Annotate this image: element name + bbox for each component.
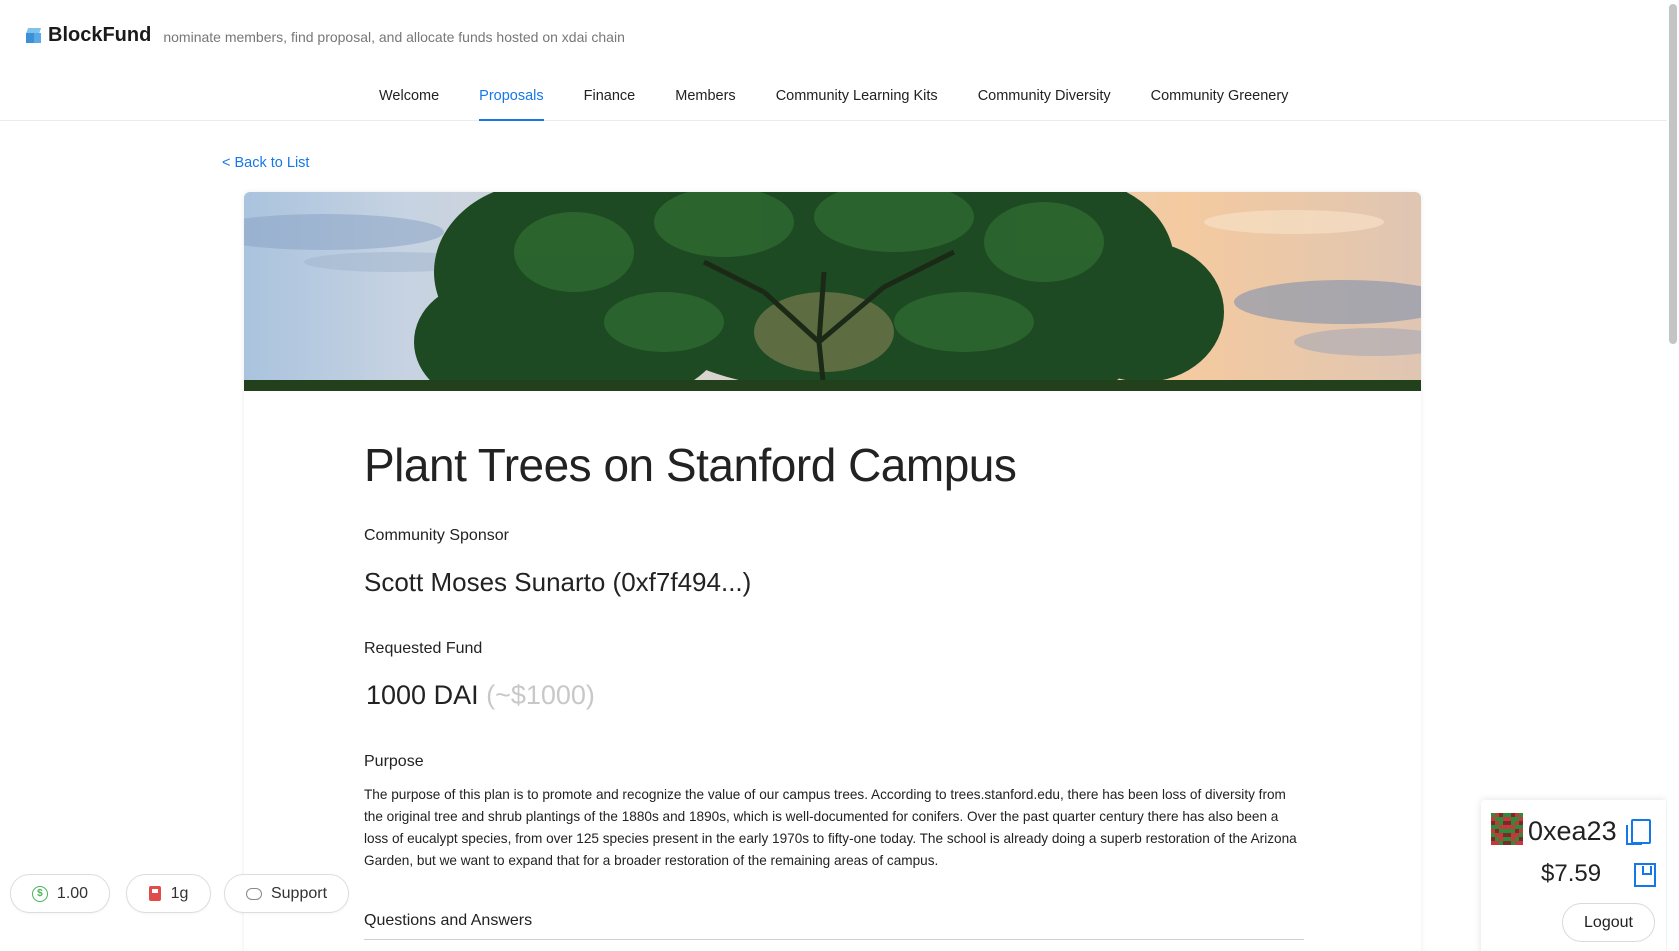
scrollbar[interactable] — [1667, 0, 1679, 951]
wallet-balance: $7.59 — [1541, 860, 1602, 887]
nav-tab-finance[interactable]: Finance — [584, 80, 636, 121]
qa-divider — [364, 939, 1304, 940]
dollar-icon: $ — [31, 885, 48, 902]
proposal-details: Plant Trees on Stanford Campus Community… — [364, 439, 1304, 940]
brand-tagline: nominate members, find proposal, and all… — [163, 28, 625, 45]
wallet-panel: 0xea23 $7.59 Logout — [1481, 800, 1666, 951]
gas-price-button[interactable]: 1g — [126, 874, 211, 913]
dai-balance-button[interactable]: $ 1.00 — [10, 874, 110, 913]
sponsor-value: Scott Moses Sunarto (0xf7f494...) — [364, 567, 752, 597]
purpose-label: Purpose — [364, 753, 424, 770]
brand[interactable]: BlockFund nominate members, find proposa… — [25, 24, 625, 47]
requested-fund-value: 1000 DAI (~$1000) — [366, 680, 595, 711]
main-nav: Welcome Proposals Finance Members Commun… — [379, 80, 1328, 121]
sponsor-label: Community Sponsor — [364, 527, 509, 544]
wallet-address[interactable]: 0xea23 — [1528, 816, 1617, 847]
fund-amount: 1000 DAI — [366, 680, 479, 710]
gas-price-value: 1g — [170, 884, 189, 902]
wallet-icon[interactable] — [1634, 863, 1656, 887]
nav-tab-members[interactable]: Members — [675, 80, 735, 121]
account-avatar[interactable] — [1491, 813, 1523, 845]
purpose-text: The purpose of this plan is to promote a… — [364, 787, 1297, 868]
nav-tab-welcome[interactable]: Welcome — [379, 80, 439, 121]
back-to-list-link[interactable]: < Back to List — [222, 155, 309, 171]
support-button[interactable]: Support — [224, 874, 349, 913]
cube-icon — [25, 27, 42, 44]
nav-tab-community-learning-kits[interactable]: Community Learning Kits — [776, 80, 938, 121]
chat-bubble-icon — [245, 887, 262, 900]
scrollbar-thumb[interactable] — [1669, 4, 1677, 344]
proposal-title: Plant Trees on Stanford Campus — [364, 439, 1017, 491]
requested-fund-label: Requested Fund — [364, 640, 483, 657]
brand-name: BlockFund — [48, 24, 152, 46]
proposal-card: Plant Trees on Stanford Campus Community… — [244, 192, 1421, 951]
fund-usd-estimate: (~$1000) — [486, 680, 595, 710]
nav-tab-proposals[interactable]: Proposals — [479, 80, 545, 121]
qa-label: Questions and Answers — [364, 912, 533, 929]
support-label: Support — [270, 884, 328, 902]
logout-button[interactable]: Logout — [1562, 903, 1655, 942]
nav-tab-community-greenery[interactable]: Community Greenery — [1151, 80, 1289, 121]
nav-tab-community-diversity[interactable]: Community Diversity — [978, 80, 1111, 121]
dai-balance-value: 1.00 — [56, 884, 89, 902]
fuel-pump-icon — [148, 886, 161, 901]
copy-icon[interactable] — [1626, 819, 1651, 845]
header: BlockFund nominate members, find proposa… — [0, 0, 1679, 121]
tree-sunset-banner — [244, 192, 1421, 391]
